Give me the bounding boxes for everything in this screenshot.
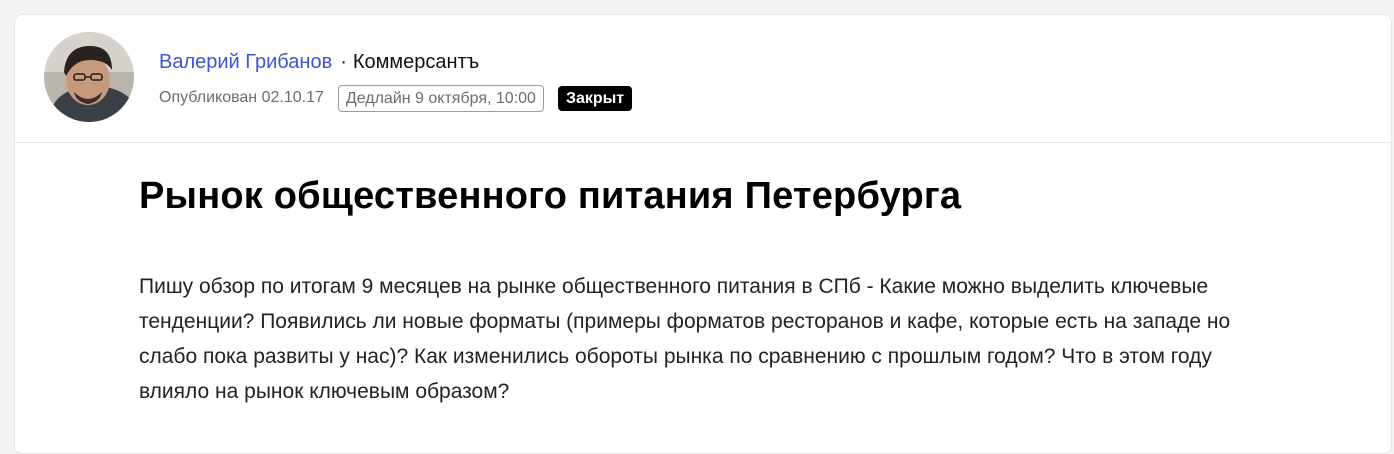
outlet-name[interactable]: Коммерсантъ [353, 51, 479, 74]
request-card: Валерий Грибанов · Коммерсантъ Опубликов… [14, 14, 1392, 454]
meta-line: Опубликован 02.10.17 Дедлайн 9 октября, … [159, 84, 633, 112]
author-name-link[interactable]: Валерий Грибанов [159, 51, 332, 74]
request-header: Валерий Грибанов · Коммерсантъ Опубликов… [15, 15, 1391, 143]
author-line: Валерий Грибанов · Коммерсантъ [159, 49, 479, 75]
deadline-badge: Дедлайн 9 октября, 10:00 [337, 84, 544, 112]
request-body: Пишу обзор по итогам 9 месяцев на рынке … [139, 275, 1231, 403]
status-badge: Закрыт [557, 85, 633, 111]
separator-dot: · [340, 50, 347, 73]
author-avatar[interactable] [44, 32, 134, 122]
published-date: Опубликован 02.10.17 [159, 89, 324, 106]
request-title: Рынок общественного питания Петербурга [139, 175, 962, 217]
avatar-photo-icon [44, 32, 134, 122]
